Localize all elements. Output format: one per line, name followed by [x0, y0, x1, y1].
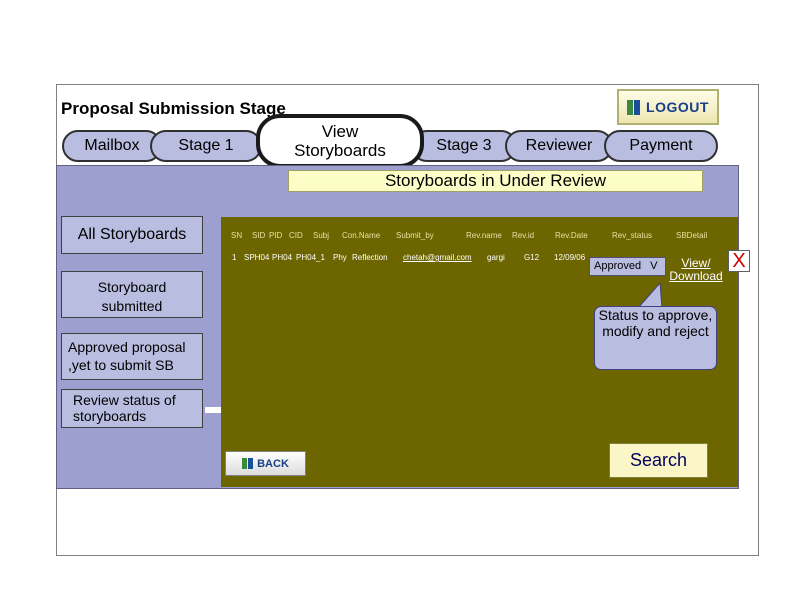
col-header-rev-id: Rev.id — [512, 231, 535, 240]
tab-label: Stage 1 — [178, 137, 234, 154]
back-label: BACK — [257, 457, 289, 470]
search-button[interactable]: Search — [609, 443, 708, 478]
cell-rev-name: gargi — [487, 253, 505, 262]
cell-rev-id: G12 — [524, 253, 540, 262]
sidebar-item-storyboard-submitted[interactable]: Storyboard submitted — [61, 271, 203, 318]
tab-label: Mailbox — [84, 137, 140, 154]
tab-stage-3[interactable]: Stage 3 — [411, 130, 517, 162]
tab-mailbox[interactable]: Mailbox — [62, 130, 162, 162]
tab-view-storyboards[interactable]: View Storyboards — [256, 114, 424, 168]
status-callout: Status to approve, modify and reject — [594, 306, 717, 370]
col-header-sn: SN — [231, 231, 243, 240]
col-header-rev-name: Rev.name — [466, 231, 502, 240]
view-download-link[interactable]: View/ Download — [669, 257, 723, 283]
back-button[interactable]: BACK — [225, 451, 306, 476]
col-header-submit-by: Submit_by — [396, 231, 434, 240]
page-title: Proposal Submission Stage — [61, 99, 286, 118]
rev-status-value: Approved — [594, 260, 642, 272]
sidebar-item-label: All Storyboards — [77, 226, 187, 243]
rev-status-select[interactable]: Approved V — [589, 257, 666, 276]
cell-submit-by[interactable]: chetah@gmail.com — [403, 253, 472, 262]
tab-payment[interactable]: Payment — [604, 130, 718, 162]
sidebar-item-label: Review status of storyboards — [73, 392, 176, 424]
cell-sn: 1 — [232, 253, 237, 262]
col-header-rev-status: Rev_status — [612, 231, 653, 240]
col-header-sid: SID — [252, 231, 266, 240]
tab-label: Payment — [629, 137, 693, 154]
col-header-pid: PID — [269, 231, 283, 240]
cell-cid: PH04_1 — [296, 253, 325, 262]
cell-subj: Phy — [333, 253, 347, 262]
col-header-con-name: Con.Name — [342, 231, 381, 240]
sidebar-item-approved-proposal[interactable]: Approved proposal ,yet to submit SB — [61, 333, 203, 380]
col-header-sb-detail: SBDetail — [676, 231, 708, 240]
tab-label: Stage 3 — [436, 137, 492, 154]
cell-sid: SPH04 — [244, 253, 270, 262]
tab-reviewer[interactable]: Reviewer — [505, 130, 613, 162]
sidebar-item-label: Storyboard submitted — [97, 279, 167, 314]
sidebar-item-review-status[interactable]: Review status of storyboards — [61, 389, 203, 428]
sidebar-item-all-storyboards[interactable]: All Storyboards — [61, 216, 203, 254]
cell-rev-date: 12/09/06 — [554, 253, 586, 262]
tab-label-line1: View — [321, 122, 359, 141]
tab-label-line2: Storyboards — [294, 141, 386, 160]
tab-label: Reviewer — [525, 137, 593, 154]
col-header-rev-date: Rev.Date — [555, 231, 588, 240]
sidebar-item-label: Approved proposal ,yet to submit SB — [68, 339, 186, 373]
tab-stage-1[interactable]: Stage 1 — [150, 130, 262, 162]
cell-con-name: Reflection — [352, 253, 388, 262]
logo-icon — [627, 99, 641, 115]
cell-pid: PH04 — [272, 253, 293, 262]
close-icon[interactable]: X — [728, 250, 750, 272]
chevron-down-icon: V — [650, 260, 658, 272]
logout-button[interactable]: LOGOUT — [617, 89, 719, 125]
section-title: Storyboards in Under Review — [288, 170, 703, 192]
col-header-subj: Subj — [313, 231, 330, 240]
logo-icon — [242, 458, 254, 469]
col-header-cid: CID — [289, 231, 303, 240]
logout-label: LOGOUT — [646, 99, 709, 115]
